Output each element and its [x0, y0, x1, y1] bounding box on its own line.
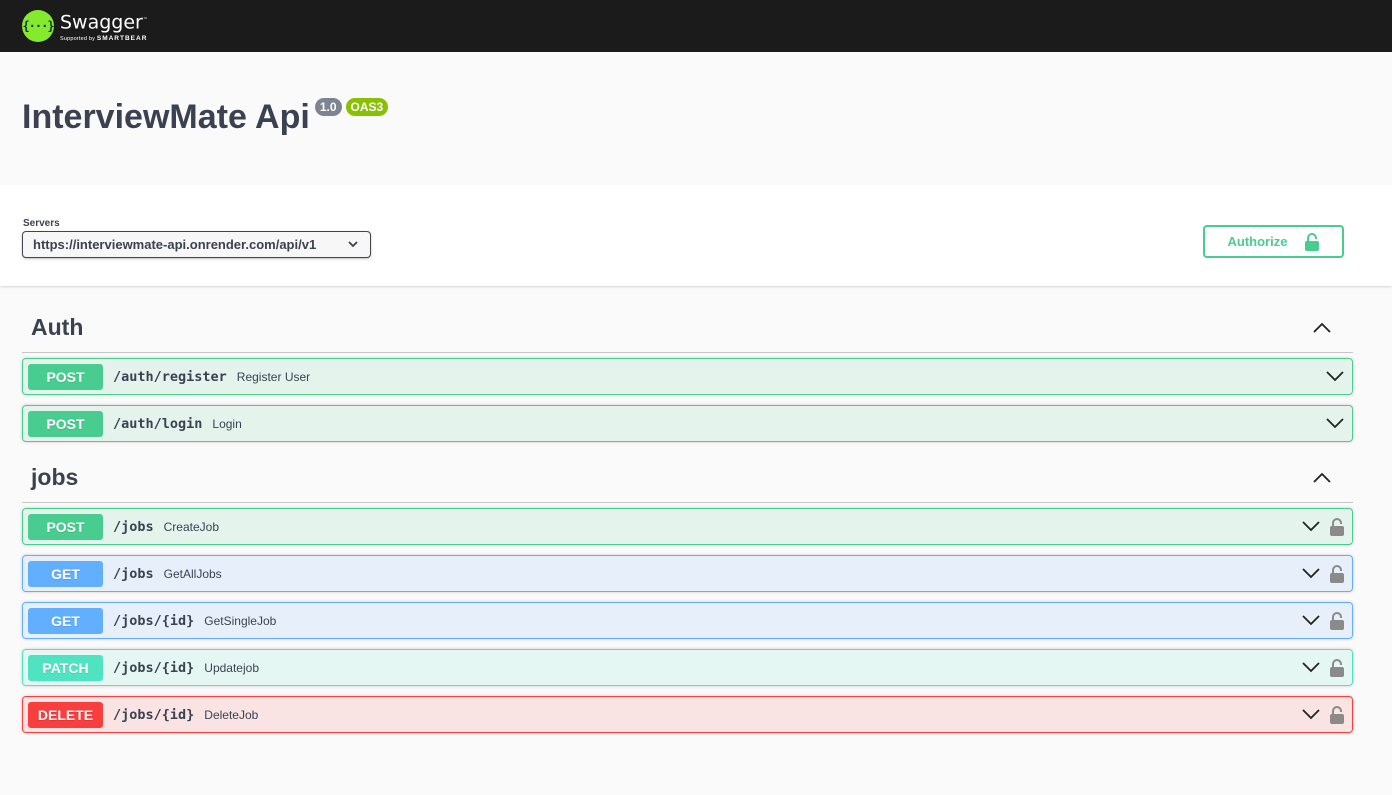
logo-text: Swagger™ Supported by SMARTBEAR: [60, 10, 148, 42]
chevron-up-icon[interactable]: [1313, 322, 1331, 333]
company-name: SMARTBEAR: [96, 34, 148, 42]
logo-subtitle: Supported by SMARTBEAR: [60, 35, 148, 42]
operation-summary: DeleteJob: [204, 707, 259, 722]
authorize-label: Authorize: [1227, 234, 1288, 249]
operation-summary: Updatejob: [204, 660, 259, 675]
operation-path: /auth/login: [113, 415, 203, 432]
operation-summary: Login: [212, 416, 242, 431]
swagger-logo-icon: {···}: [22, 10, 55, 42]
unlock-icon[interactable]: [1330, 658, 1344, 677]
operation-path: /jobs/{id}: [113, 706, 195, 723]
operation-delete-job[interactable]: DELETE /jobs/{id} DeleteJob: [22, 696, 1353, 733]
operation-path: /jobs: [113, 565, 154, 582]
supported-by-text: Supported by: [60, 35, 96, 42]
operation-summary: Register User: [236, 369, 311, 384]
authorize-button[interactable]: Authorize: [1203, 225, 1344, 258]
operation-controls: [1302, 697, 1344, 732]
unlock-icon[interactable]: [1330, 705, 1344, 724]
chevron-down-icon[interactable]: [1302, 615, 1320, 626]
version-badge: 1.0: [314, 98, 342, 116]
method-badge: POST: [28, 513, 103, 540]
operation-post-auth-register[interactable]: POST /auth/register Register User: [22, 358, 1353, 395]
chevron-down-icon[interactable]: [1302, 521, 1320, 532]
operation-summary: GetSingleJob: [204, 613, 277, 628]
operation-summary: GetAllJobs: [163, 566, 222, 581]
unlock-icon[interactable]: [1330, 611, 1344, 630]
operations-main: Auth POST /auth/register Register User P…: [0, 286, 1392, 733]
scheme-container: Servers https://interviewmate-api.onrend…: [0, 185, 1392, 286]
operation-controls: [1302, 603, 1344, 638]
chevron-down-icon[interactable]: [1326, 371, 1344, 382]
operation-controls: [1302, 650, 1344, 685]
operation-path: /jobs/{id}: [113, 612, 195, 629]
brand-name: Swagger: [60, 11, 143, 34]
operation-controls: [1302, 556, 1344, 591]
operation-patch-job[interactable]: PATCH /jobs/{id} Updatejob: [22, 649, 1353, 686]
tag-name: jobs: [31, 463, 79, 490]
logo-brand: Swagger™: [60, 11, 148, 34]
chevron-down-icon[interactable]: [1326, 418, 1344, 429]
chevron-down-icon[interactable]: [1302, 568, 1320, 579]
method-badge: POST: [28, 363, 103, 390]
servers-label: Servers: [23, 218, 60, 229]
operation-path: /jobs/{id}: [113, 659, 195, 676]
unlock-icon[interactable]: [1330, 564, 1344, 583]
oas-badge: OAS3: [345, 98, 389, 116]
method-badge: DELETE: [28, 701, 103, 728]
method-badge: POST: [28, 410, 103, 437]
tag-section-auth: Auth POST /auth/register Register User P…: [22, 302, 1353, 442]
operation-get-job-by-id[interactable]: GET /jobs/{id} GetSingleJob: [22, 602, 1353, 639]
operation-get-jobs[interactable]: GET /jobs GetAllJobs: [22, 555, 1353, 592]
chevron-down-icon[interactable]: [1302, 662, 1320, 673]
server-select[interactable]: https://interviewmate-api.onrender.com/a…: [22, 231, 371, 258]
operation-summary: CreateJob: [163, 519, 220, 534]
api-title: InterviewMate Api: [22, 98, 310, 136]
method-badge: GET: [28, 560, 103, 587]
tag-name: Auth: [31, 313, 84, 340]
chevron-down-icon: [348, 241, 358, 248]
method-badge: GET: [28, 607, 103, 634]
operation-path: /auth/register: [113, 368, 227, 385]
tag-header-jobs[interactable]: jobs: [22, 452, 1353, 503]
operation-controls: [1326, 406, 1344, 441]
server-select-value: https://interviewmate-api.onrender.com/a…: [33, 237, 317, 252]
operation-path: /jobs: [113, 518, 154, 535]
chevron-up-icon[interactable]: [1313, 472, 1331, 483]
unlock-icon[interactable]: [1330, 517, 1344, 536]
operation-controls: [1326, 359, 1344, 394]
topbar: {···} Swagger™ Supported by SMARTBEAR: [0, 0, 1392, 52]
method-badge: PATCH: [28, 654, 103, 681]
tag-header-auth[interactable]: Auth: [22, 302, 1353, 353]
operation-post-auth-login[interactable]: POST /auth/login Login: [22, 405, 1353, 442]
swagger-logo[interactable]: {···} Swagger™ Supported by SMARTBEAR: [22, 10, 148, 42]
title-wrap: InterviewMate Api 1.0 OAS3: [22, 97, 389, 137]
operation-controls: [1302, 509, 1344, 544]
api-info: InterviewMate Api 1.0 OAS3: [0, 52, 1392, 185]
operation-post-jobs[interactable]: POST /jobs CreateJob: [22, 508, 1353, 545]
unlock-icon: [1305, 232, 1320, 251]
chevron-down-icon[interactable]: [1302, 709, 1320, 720]
tag-section-jobs: jobs POST /jobs CreateJob GET /jobs GetA…: [22, 452, 1353, 733]
